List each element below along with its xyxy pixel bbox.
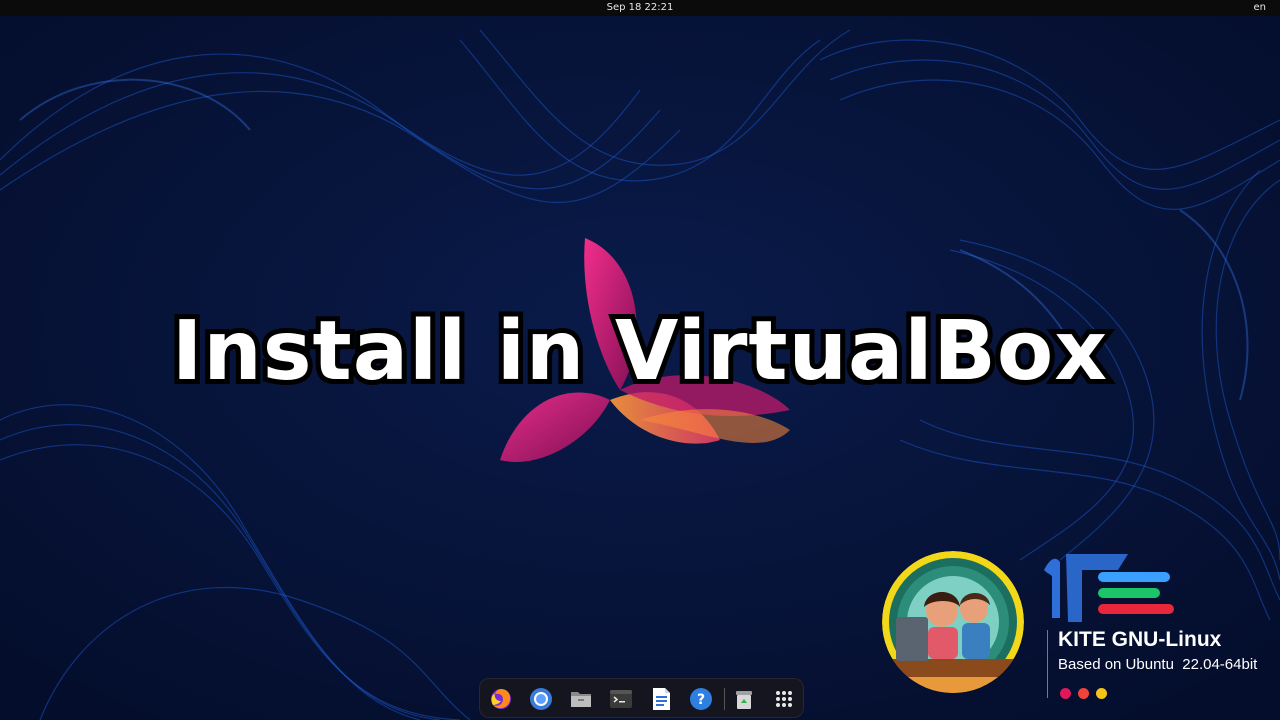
channel-avatar: [882, 551, 1024, 693]
text-editor-launcher[interactable]: [649, 687, 673, 711]
keyboard-language-indicator[interactable]: en: [1254, 0, 1267, 16]
brand-dot: [1060, 688, 1071, 699]
app-grid-launcher[interactable]: [772, 687, 796, 711]
top-bar: Sep 18 22:21 en: [0, 0, 1280, 16]
brand-title: KITE GNU-Linux: [1058, 628, 1222, 651]
clock-datetime[interactable]: Sep 18 22:21: [0, 0, 1280, 16]
kite-logo: [1038, 548, 1188, 632]
trash-icon: [736, 691, 752, 709]
terminal-icon: [610, 690, 632, 708]
chromium-launcher[interactable]: [529, 687, 553, 711]
trash-launcher[interactable]: [732, 687, 756, 711]
firefox-icon: [491, 689, 511, 709]
brand-subtitle: Based on Ubuntu 22.04-64bit: [1058, 656, 1258, 673]
dock: ?: [479, 678, 804, 718]
app-grid-icon: [776, 691, 792, 707]
text-editor-icon: [653, 688, 670, 710]
chromium-icon: [530, 688, 552, 710]
video-title-overlay: Install in VirtualBox: [167, 299, 1112, 404]
svg-text:?: ?: [697, 692, 705, 708]
files-icon: [571, 692, 591, 707]
brand-dots: [1060, 684, 1109, 699]
terminal-launcher[interactable]: [609, 687, 633, 711]
brand-divider: [1047, 630, 1048, 698]
firefox-launcher[interactable]: [489, 687, 513, 711]
help-icon: ?: [690, 688, 712, 710]
help-launcher[interactable]: ?: [689, 687, 713, 711]
dock-separator: [724, 688, 725, 710]
files-launcher[interactable]: [569, 687, 593, 711]
